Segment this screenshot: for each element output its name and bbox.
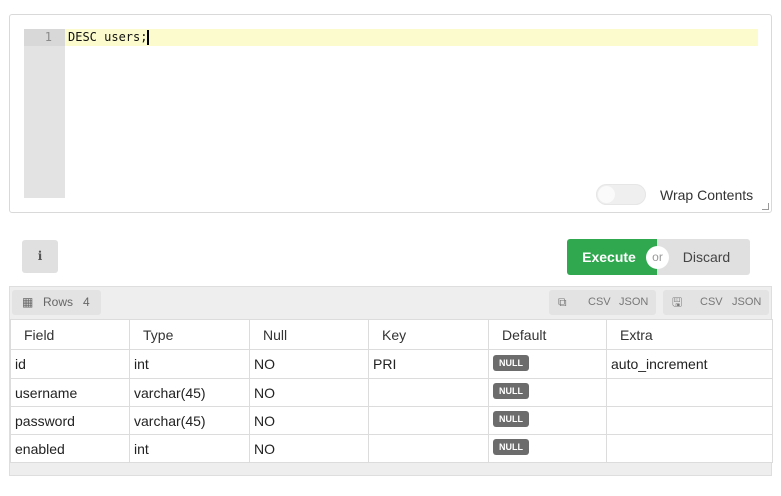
null-badge: NULL <box>493 439 529 456</box>
table-cell[interactable]: enabled <box>10 434 130 463</box>
table-cell[interactable]: NULL <box>488 434 607 463</box>
table-cell[interactable] <box>606 378 773 407</box>
table-cell[interactable] <box>368 378 489 407</box>
table-row: username varchar(45) NO NULL <box>10 378 773 407</box>
discard-button[interactable]: Discard <box>657 239 750 275</box>
table-cell[interactable] <box>606 434 773 463</box>
save-icon[interactable]: 🖫 <box>672 290 682 315</box>
table-cell[interactable]: varchar(45) <box>129 378 250 407</box>
resize-handle-icon[interactable] <box>762 203 769 210</box>
info-button[interactable]: i <box>22 240 58 273</box>
table-cell[interactable]: NO <box>249 434 369 463</box>
null-badge: NULL <box>493 354 529 371</box>
wrap-contents-toggle[interactable] <box>596 184 646 205</box>
column-header[interactable]: Null <box>249 319 369 350</box>
table-cell[interactable]: int <box>129 349 250 379</box>
sql-editor-panel: 1 DESC users; Wrap Contents <box>9 14 772 213</box>
copy-export-group: ⧉ CSV JSON <box>549 290 656 315</box>
table-cell[interactable]: PRI <box>368 349 489 379</box>
line-number: 1 <box>24 29 65 46</box>
column-header[interactable]: Default <box>488 319 607 350</box>
copy-json-button[interactable]: JSON <box>619 290 648 315</box>
table-cell[interactable]: NULL <box>488 349 607 379</box>
download-json-button[interactable]: JSON <box>732 290 761 315</box>
null-badge: NULL <box>493 383 529 400</box>
table-cell[interactable]: password <box>10 406 130 435</box>
table-cell[interactable]: NO <box>249 349 369 379</box>
table-cell[interactable]: NULL <box>488 406 607 435</box>
copy-icon[interactable]: ⧉ <box>558 290 567 315</box>
line-gutter: 1 <box>24 29 65 198</box>
rows-label: Rows <box>43 295 74 309</box>
or-separator: or <box>646 246 669 269</box>
table-icon: ▦ <box>22 295 34 309</box>
execute-button[interactable]: Execute <box>567 239 657 275</box>
results-table: Field Type Null Key Default Extra id int… <box>10 319 773 463</box>
column-header[interactable]: Field <box>10 319 130 350</box>
wrap-contents-label: Wrap Contents <box>660 187 754 203</box>
table-cell[interactable] <box>368 434 489 463</box>
table-cell[interactable]: auto_increment <box>606 349 773 379</box>
text-cursor <box>147 30 149 45</box>
table-cell[interactable]: varchar(45) <box>129 406 250 435</box>
table-cell[interactable] <box>368 406 489 435</box>
rows-count-badge: ▦ Rows 4 <box>12 290 101 315</box>
table-cell[interactable]: int <box>129 434 250 463</box>
table-row: id int NO PRI NULL auto_increment <box>10 349 773 379</box>
table-header-row: Field Type Null Key Default Extra <box>10 319 773 350</box>
null-badge: NULL <box>493 411 529 428</box>
table-row: enabled int NO NULL <box>10 434 773 463</box>
column-header[interactable]: Key <box>368 319 489 350</box>
copy-csv-button[interactable]: CSV <box>588 290 611 315</box>
table-cell[interactable]: NULL <box>488 378 607 407</box>
download-csv-button[interactable]: CSV <box>700 290 723 315</box>
column-header[interactable]: Extra <box>606 319 773 350</box>
table-cell[interactable] <box>606 406 773 435</box>
table-cell[interactable]: NO <box>249 378 369 407</box>
sql-code-line[interactable]: DESC users; <box>68 29 147 46</box>
table-row: password varchar(45) NO NULL <box>10 406 773 435</box>
table-cell[interactable]: id <box>10 349 130 379</box>
rows-count: 4 <box>83 295 90 309</box>
table-cell[interactable]: NO <box>249 406 369 435</box>
download-export-group: 🖫 CSV JSON <box>663 290 769 315</box>
table-cell[interactable]: username <box>10 378 130 407</box>
active-line-highlight <box>65 29 758 46</box>
column-header[interactable]: Type <box>129 319 250 350</box>
